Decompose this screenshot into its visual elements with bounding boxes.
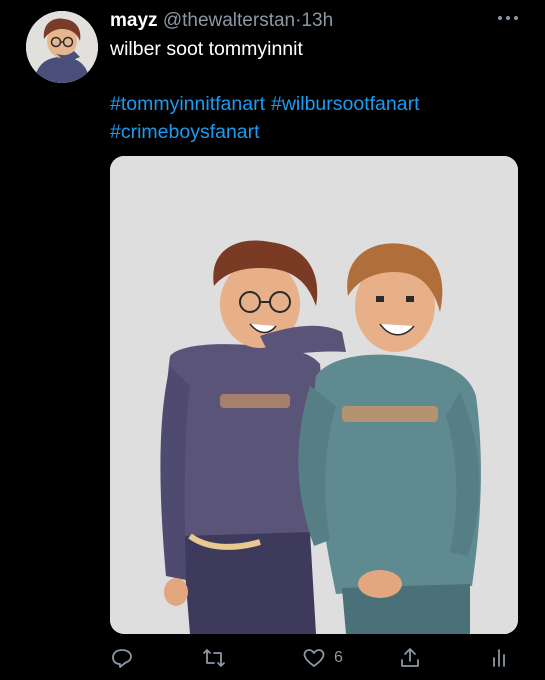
display-name[interactable]: mayz bbox=[110, 10, 158, 31]
hashtag-link[interactable]: #tommyinnitfanart bbox=[110, 90, 265, 118]
tweet-media-image[interactable] bbox=[110, 156, 518, 634]
tweet-action-bar: 6 bbox=[110, 642, 515, 674]
share-button[interactable] bbox=[398, 642, 422, 674]
retweet-icon bbox=[203, 649, 225, 667]
retweet-button[interactable] bbox=[202, 642, 226, 674]
tweet-time[interactable]: 13h bbox=[301, 10, 333, 31]
fanart-illustration bbox=[110, 156, 518, 634]
user-handle[interactable]: @thewalterstan bbox=[163, 10, 295, 31]
more-options-icon[interactable] bbox=[497, 6, 519, 27]
heart-icon bbox=[303, 649, 325, 667]
hashtag-list: #tommyinnitfanart #wilbursootfanart #crim… bbox=[110, 90, 530, 146]
analytics-button[interactable] bbox=[488, 642, 512, 674]
tweet-text: wilber soot tommyinnit bbox=[110, 38, 303, 60]
share-icon bbox=[401, 648, 419, 667]
hashtag-link[interactable]: #wilbursootfanart bbox=[271, 90, 420, 118]
reply-button[interactable] bbox=[110, 642, 134, 674]
avatar[interactable] bbox=[26, 11, 98, 83]
analytics-icon bbox=[493, 649, 505, 667]
like-button[interactable]: 6 bbox=[302, 642, 343, 674]
like-count: 6 bbox=[334, 649, 343, 666]
reply-icon bbox=[112, 649, 132, 668]
hashtag-link[interactable]: #crimeboysfanart bbox=[110, 118, 260, 146]
avatar-image bbox=[26, 11, 98, 83]
tweet-header: mayz @thewalterstan·13h bbox=[110, 10, 333, 32]
